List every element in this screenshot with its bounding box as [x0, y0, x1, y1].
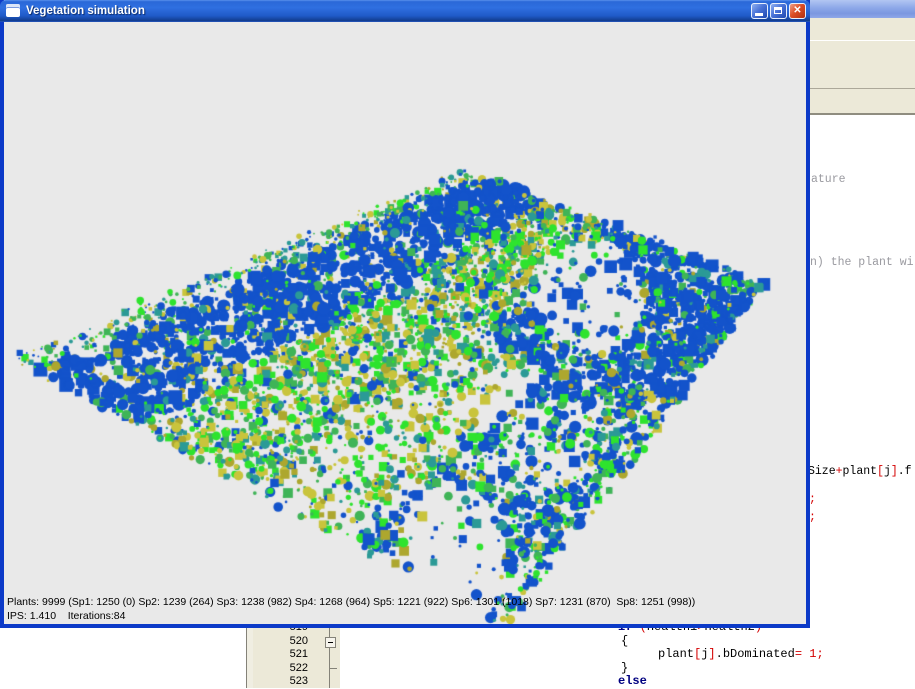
code-token: j — [884, 465, 891, 478]
window-controls: ✕ — [751, 3, 806, 19]
code-token: = — [795, 647, 802, 661]
code-line-520[interactable]: { — [0, 635, 915, 649]
status-ips: IPS: 1.410 Iterations:84 — [7, 610, 126, 622]
code-token: } — [621, 661, 628, 675]
code-token: else — [618, 674, 647, 688]
code-token: plant — [843, 465, 878, 478]
code-token: ; — [809, 511, 816, 524]
status-plants: Plants: 9999 (Sp1: 1250 (0) Sp2: 1239 (2… — [7, 596, 695, 608]
code-token: ] — [708, 647, 715, 661]
code-token: Size — [808, 465, 836, 478]
code-token: plant — [658, 647, 694, 661]
code-token: [ — [877, 465, 884, 478]
window-icon[interactable] — [6, 4, 20, 17]
titlebar[interactable]: Vegetation simulation ✕ — [0, 0, 810, 22]
code-token: + — [836, 465, 843, 478]
vegetation-simulation-window: Vegetation simulation ✕ Plants: 9999 (Sp… — [0, 0, 810, 628]
maximize-icon — [774, 7, 782, 14]
maximize-button[interactable] — [770, 3, 787, 19]
close-button[interactable]: ✕ — [789, 3, 806, 19]
window-title: Vegetation simulation — [26, 0, 145, 22]
code-token: n) the plant wi — [810, 256, 914, 269]
code-token: ] — [891, 465, 898, 478]
minimize-icon — [755, 13, 763, 16]
code-line-521[interactable]: plant[j].bDominated= 1; — [0, 648, 915, 662]
minimize-button[interactable] — [751, 3, 768, 19]
code-token: .f — [898, 465, 912, 478]
code-line-522[interactable]: } — [0, 662, 915, 676]
comment-fragment-1: ature — [811, 174, 846, 186]
code-line-523[interactable]: else — [0, 675, 915, 689]
code-token: { — [621, 634, 628, 648]
code-token: 1; — [809, 647, 823, 661]
code-token: ; — [809, 493, 816, 506]
code-fragment-semi-1: ; — [809, 494, 816, 506]
simulation-viewport: Plants: 9999 (Sp1: 1250 (0) Sp2: 1239 (2… — [4, 22, 806, 624]
ide-code-panel: 519520521522523 if (Health1>Health2){pla… — [0, 620, 915, 688]
code-token: .bDominated — [716, 647, 795, 661]
fold-tick — [330, 668, 337, 669]
comment-fragment-2: n) the plant wi — [810, 257, 914, 269]
code-token: ature — [811, 173, 846, 186]
fold-collapse-icon[interactable] — [325, 637, 336, 648]
code-fragment-size: Size+plant[j].f — [808, 466, 912, 478]
code-fragment-semi-2: ; — [809, 512, 816, 524]
simulation-canvas[interactable] — [4, 22, 806, 624]
